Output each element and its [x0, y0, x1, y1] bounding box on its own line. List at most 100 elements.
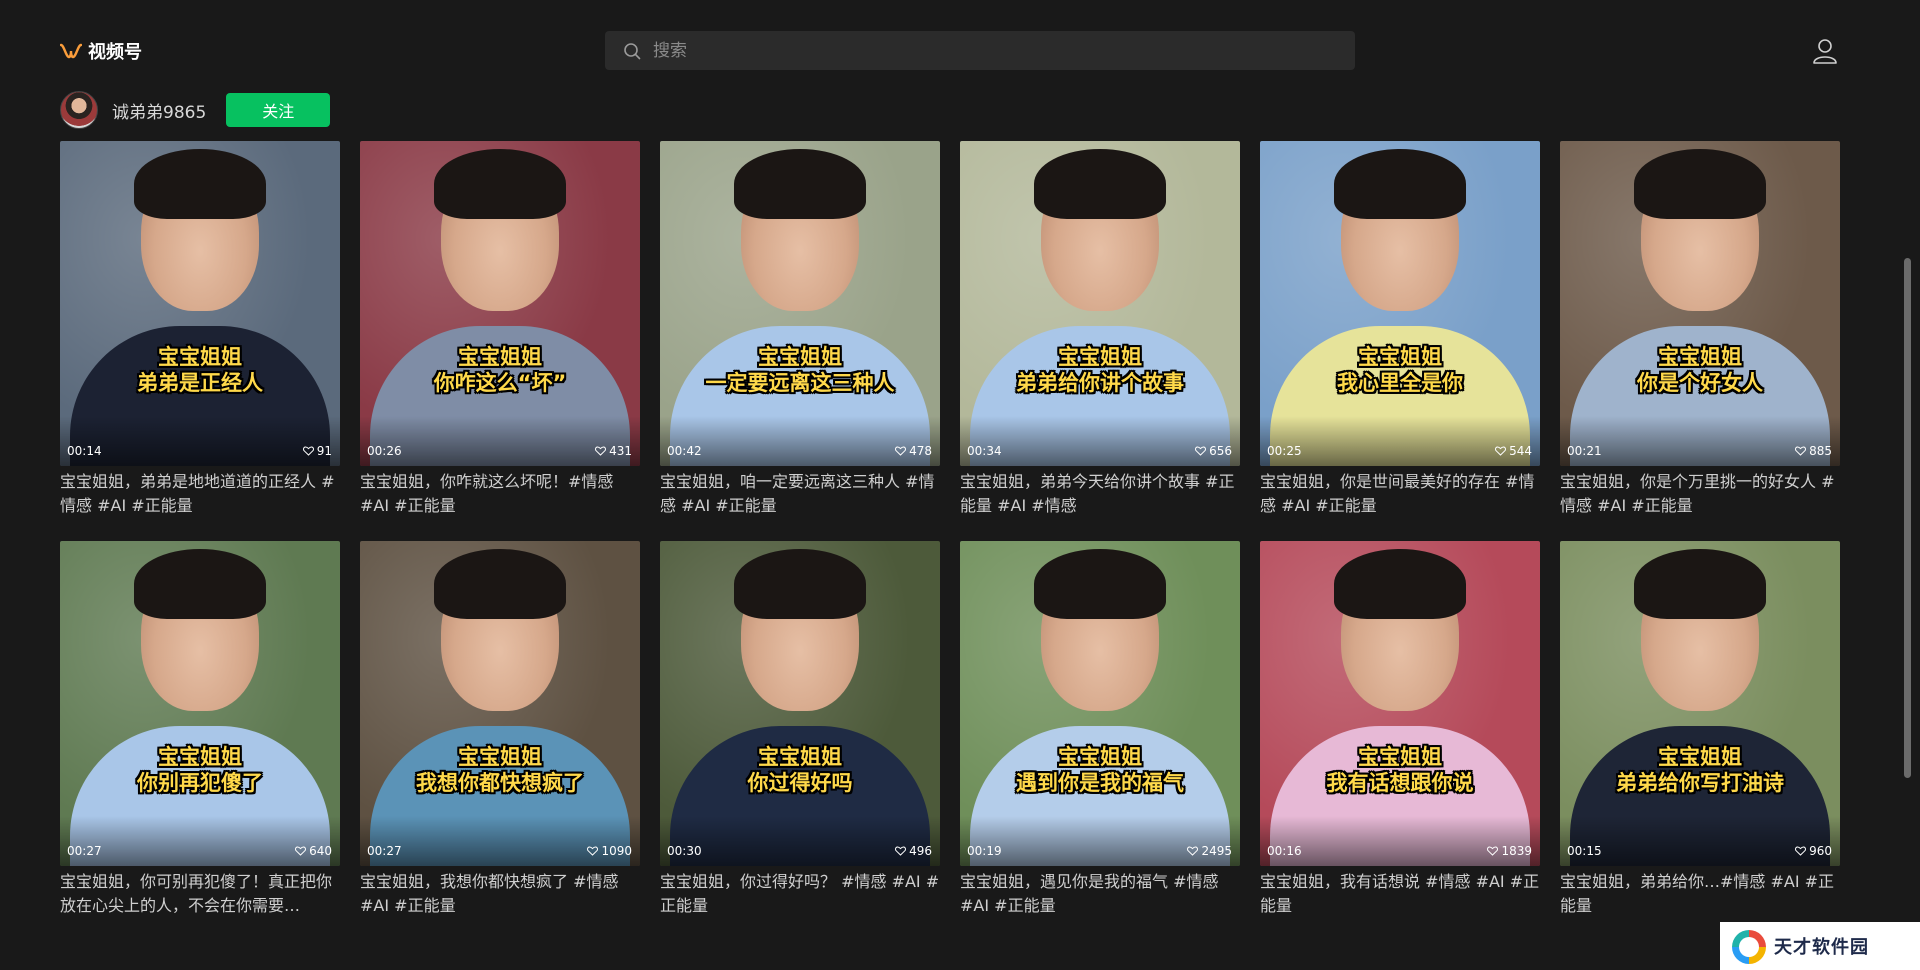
video-thumbnail[interactable]: 宝宝姐姐 我有话想跟你说 00:16 1839 [1260, 541, 1540, 866]
author-avatar[interactable] [60, 91, 98, 129]
heart-icon [895, 846, 907, 856]
channels-logo[interactable]: 视频号 [60, 38, 142, 64]
search-bar[interactable] [605, 31, 1355, 70]
caption-line-2: 弟弟给你讲个故事 [1016, 371, 1184, 395]
heart-icon [1795, 846, 1807, 856]
thumbnail-caption: 宝宝姐姐 我想你都快想疯了 [360, 744, 640, 796]
caption-line-1: 宝宝姐姐 [158, 345, 242, 369]
video-description[interactable]: 宝宝姐姐，你过得好吗？ #情感 #AI #正能量 [660, 870, 940, 918]
video-thumbnail[interactable]: 宝宝姐姐 弟弟是正经人 00:14 91 [60, 141, 340, 466]
follow-button[interactable]: 关注 [226, 93, 331, 127]
video-thumbnail[interactable]: 宝宝姐姐 弟弟给你讲个故事 00:34 656 [960, 141, 1240, 466]
video-description[interactable]: 宝宝姐姐，我想你都快想疯了 #情感 #AI #正能量 [360, 870, 640, 918]
author-row: 诚弟弟9865 关注 [60, 90, 331, 130]
caption-line-1: 宝宝姐姐 [1358, 345, 1442, 369]
thumbnail-shade [960, 816, 1240, 866]
caption-line-2: 我想你都快想疯了 [416, 771, 584, 795]
video-card[interactable]: 宝宝姐姐 我想你都快想疯了 00:27 1090 宝宝姐姐，我想你都快想疯了 #… [360, 541, 640, 917]
heart-icon [587, 846, 599, 856]
video-thumbnail[interactable]: 宝宝姐姐 弟弟给你写打油诗 00:15 960 [1560, 541, 1840, 866]
like-count: 496 [895, 844, 932, 858]
video-card[interactable]: 宝宝姐姐 我有话想跟你说 00:16 1839 宝宝姐姐，我有话想说 #情感 #… [1260, 541, 1540, 917]
thumbnail-figure-hair [134, 549, 266, 619]
caption-line-1: 宝宝姐姐 [458, 745, 542, 769]
thumbnail-caption: 宝宝姐姐 遇到你是我的福气 [960, 744, 1240, 796]
like-count: 478 [895, 444, 932, 458]
like-count-value: 640 [309, 844, 332, 858]
video-description[interactable]: 宝宝姐姐，你是个万里挑一的好女人 #情感 #AI #正能量 [1560, 470, 1840, 518]
video-card[interactable]: 宝宝姐姐 弟弟给你写打油诗 00:15 960 宝宝姐姐，弟弟给你…#情感 #A… [1560, 541, 1840, 917]
thumbnail-caption: 宝宝姐姐 你咋这么“坏” [360, 344, 640, 396]
thumbnail-shade [60, 816, 340, 866]
video-description[interactable]: 宝宝姐姐，我有话想说 #情感 #AI #正能量 [1260, 870, 1540, 918]
video-card[interactable]: 宝宝姐姐 你是个好女人 00:21 885 宝宝姐姐，你是个万里挑一的好女人 #… [1560, 141, 1840, 517]
like-count: 656 [1195, 444, 1232, 458]
user-profile-icon[interactable] [1812, 38, 1838, 64]
video-thumbnail[interactable]: 宝宝姐姐 你咋这么“坏” 00:26 431 [360, 141, 640, 466]
video-thumbnail[interactable]: 宝宝姐姐 你是个好女人 00:21 885 [1560, 141, 1840, 466]
like-count-value: 544 [1509, 444, 1532, 458]
video-description[interactable]: 宝宝姐姐，你是世间最美好的存在 #情感 #AI #正能量 [1260, 470, 1540, 518]
video-duration: 00:27 [67, 844, 102, 858]
caption-line-2: 我有话想跟你说 [1326, 771, 1474, 795]
video-card[interactable]: 宝宝姐姐 弟弟是正经人 00:14 91 宝宝姐姐，弟弟是地地道道的正经人 #情… [60, 141, 340, 517]
thumbnail-shade [660, 816, 940, 866]
video-thumbnail[interactable]: 宝宝姐姐 我想你都快想疯了 00:27 1090 [360, 541, 640, 866]
heart-icon [895, 446, 907, 456]
heart-icon [1487, 846, 1499, 856]
thumbnail-figure-hair [1634, 549, 1766, 619]
video-grid: 宝宝姐姐 弟弟是正经人 00:14 91 宝宝姐姐，弟弟是地地道道的正经人 #情… [60, 141, 1841, 917]
search-icon [624, 42, 641, 59]
thumbnail-figure-hair [434, 149, 566, 219]
thumbnail-caption: 宝宝姐姐 一定要远离这三种人 [660, 344, 940, 396]
thumbnail-caption: 宝宝姐姐 我心里全是你 [1260, 344, 1540, 396]
video-thumbnail[interactable]: 宝宝姐姐 你别再犯傻了 00:27 640 [60, 541, 340, 866]
video-card[interactable]: 宝宝姐姐 一定要远离这三种人 00:42 478 宝宝姐姐，咱一定要远离这三种人… [660, 141, 940, 517]
like-count-value: 2495 [1201, 844, 1232, 858]
video-duration: 00:14 [67, 444, 102, 458]
video-description[interactable]: 宝宝姐姐，弟弟今天给你讲个故事 #正能量 #AI #情感 [960, 470, 1240, 518]
like-count-value: 496 [909, 844, 932, 858]
thumbnail-caption: 宝宝姐姐 弟弟是正经人 [60, 344, 340, 396]
video-card[interactable]: 宝宝姐姐 你咋这么“坏” 00:26 431 宝宝姐姐，你咋就这么坏呢！#情感 … [360, 141, 640, 517]
video-card[interactable]: 宝宝姐姐 我心里全是你 00:25 544 宝宝姐姐，你是世间最美好的存在 #情… [1260, 141, 1540, 517]
video-description[interactable]: 宝宝姐姐，你咋就这么坏呢！#情感 #AI #正能量 [360, 470, 640, 518]
video-duration: 00:34 [967, 444, 1002, 458]
thumbnail-figure-hair [1034, 149, 1166, 219]
heart-icon [1187, 846, 1199, 856]
video-duration: 00:19 [967, 844, 1002, 858]
app-name: 视频号 [88, 42, 142, 63]
like-count-value: 960 [1809, 844, 1832, 858]
video-description[interactable]: 宝宝姐姐，遇见你是我的福气 #情感 #AI #正能量 [960, 870, 1240, 918]
video-thumbnail[interactable]: 宝宝姐姐 你过得好吗 00:30 496 [660, 541, 940, 866]
thumbnail-figure-hair [134, 149, 266, 219]
caption-line-1: 宝宝姐姐 [458, 345, 542, 369]
video-duration: 00:21 [1567, 444, 1602, 458]
video-thumbnail[interactable]: 宝宝姐姐 一定要远离这三种人 00:42 478 [660, 141, 940, 466]
video-card[interactable]: 宝宝姐姐 弟弟给你讲个故事 00:34 656 宝宝姐姐，弟弟今天给你讲个故事 … [960, 141, 1240, 517]
like-count: 91 [302, 444, 332, 458]
watermark-logo [1732, 930, 1766, 964]
caption-line-2: 你咋这么“坏” [433, 371, 567, 395]
video-card[interactable]: 宝宝姐姐 你别再犯傻了 00:27 640 宝宝姐姐，你可别再犯傻了！真正把你放… [60, 541, 340, 917]
search-input[interactable] [653, 40, 1253, 61]
author-name[interactable]: 诚弟弟9865 [112, 98, 206, 123]
video-card[interactable]: 宝宝姐姐 你过得好吗 00:30 496 宝宝姐姐，你过得好吗？ #情感 #AI… [660, 541, 940, 917]
like-count: 2495 [1187, 844, 1232, 858]
caption-line-1: 宝宝姐姐 [1058, 345, 1142, 369]
caption-line-1: 宝宝姐姐 [758, 745, 842, 769]
thumbnail-figure-hair [1334, 549, 1466, 619]
like-count: 431 [595, 444, 632, 458]
watermark: 天才软件园 [1720, 922, 1920, 970]
video-thumbnail[interactable]: 宝宝姐姐 我心里全是你 00:25 544 [1260, 141, 1540, 466]
video-description[interactable]: 宝宝姐姐，咱一定要远离这三种人 #情感 #AI #正能量 [660, 470, 940, 518]
video-thumbnail[interactable]: 宝宝姐姐 遇到你是我的福气 00:19 2495 [960, 541, 1240, 866]
heart-icon [1495, 446, 1507, 456]
video-description[interactable]: 宝宝姐姐，你可别再犯傻了！真正把你放在心尖上的人，不会在你需要… [60, 870, 340, 918]
caption-line-1: 宝宝姐姐 [158, 745, 242, 769]
scrollbar-thumb[interactable] [1904, 258, 1911, 778]
video-description[interactable]: 宝宝姐姐，弟弟给你…#情感 #AI #正能量 [1560, 870, 1840, 918]
caption-line-1: 宝宝姐姐 [1058, 745, 1142, 769]
video-card[interactable]: 宝宝姐姐 遇到你是我的福气 00:19 2495 宝宝姐姐，遇见你是我的福气 #… [960, 541, 1240, 917]
video-description[interactable]: 宝宝姐姐，弟弟是地地道道的正经人 #情感 #AI #正能量 [60, 470, 340, 518]
